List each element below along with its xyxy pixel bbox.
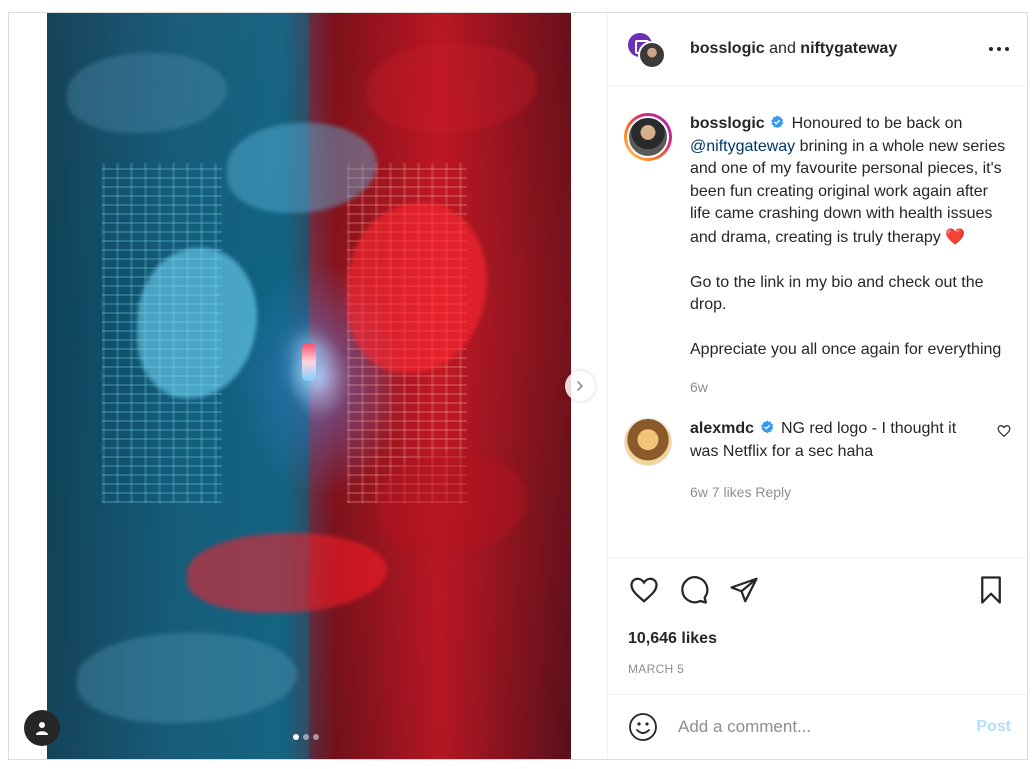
- bookmark-icon: [981, 576, 1001, 604]
- save-button[interactable]: [975, 574, 1007, 606]
- verified-icon: [771, 115, 784, 129]
- heart-icon: [630, 577, 658, 603]
- caption: bosslogic Honoured to be back on @niftyg…: [624, 113, 1011, 398]
- comment-icon: [681, 576, 709, 604]
- media-panel: [9, 13, 608, 759]
- more-options-button[interactable]: [987, 37, 1011, 61]
- comment-meta[interactable]: 6w 7 likes Reply: [690, 481, 989, 504]
- carousel-indicator: [293, 734, 319, 740]
- carousel-dot: [313, 734, 319, 740]
- likes-count[interactable]: 10,646 likes: [628, 630, 1007, 648]
- person-icon: [36, 722, 48, 735]
- image-center-glow: [302, 343, 316, 381]
- like-comment-heart-icon[interactable]: [997, 424, 1011, 438]
- caption-lead: Honoured to be back on: [791, 115, 963, 132]
- post-container: bosslogic and niftygateway bosslogic Hon…: [8, 12, 1028, 760]
- post-header: bosslogic and niftygateway: [608, 13, 1027, 86]
- caption-avatar[interactable]: [624, 113, 672, 161]
- comments-list[interactable]: bosslogic Honoured to be back on @niftyg…: [608, 87, 1027, 557]
- action-bar: 10,646 likes MARCH 5: [608, 557, 1027, 694]
- tagged-people-button[interactable]: [24, 710, 60, 746]
- next-slide-button[interactable]: [565, 371, 595, 401]
- comment-button[interactable]: [678, 574, 710, 606]
- post-date[interactable]: MARCH 5: [628, 662, 1007, 676]
- caption-paragraph: Appreciate you all once again for everyt…: [690, 341, 1002, 358]
- avatar-image: [627, 116, 669, 158]
- comment-item: alexmdc NG red logo - I thought it was N…: [624, 418, 1011, 504]
- comment-username[interactable]: alexmdc: [690, 420, 754, 437]
- caption-body: bosslogic Honoured to be back on @niftyg…: [690, 113, 1011, 398]
- post-comment-button[interactable]: Post: [976, 718, 1011, 736]
- like-button[interactable]: [628, 574, 660, 606]
- comment-avatar[interactable]: [624, 418, 672, 466]
- bosslogic-avatar: [638, 41, 666, 69]
- header-connector: and: [769, 40, 796, 57]
- collab-avatars[interactable]: [626, 27, 670, 71]
- emoji-icon[interactable]: [628, 712, 658, 742]
- carousel-dot: [293, 734, 299, 740]
- share-button[interactable]: [728, 574, 760, 606]
- caption-username[interactable]: bosslogic: [690, 115, 765, 132]
- heart-emoji: ❤️: [945, 226, 966, 246]
- collaborator-link[interactable]: niftygateway: [800, 40, 897, 57]
- share-icon: [730, 577, 758, 603]
- caption-time[interactable]: 6w: [690, 376, 1011, 399]
- comment-input[interactable]: [678, 717, 977, 737]
- action-icons: [628, 574, 1007, 606]
- comment-body: alexmdc NG red logo - I thought it was N…: [690, 418, 989, 504]
- post-image[interactable]: [47, 13, 571, 759]
- header-title: bosslogic and niftygateway: [690, 40, 987, 58]
- post-details-panel: bosslogic and niftygateway bosslogic Hon…: [608, 13, 1027, 759]
- more-icon: [989, 47, 1009, 51]
- caption-mention[interactable]: @niftygateway: [690, 138, 795, 155]
- author-link[interactable]: bosslogic: [690, 40, 765, 57]
- chevron-right-icon: [577, 381, 584, 391]
- verified-icon: [760, 420, 773, 434]
- carousel-dot: [303, 734, 309, 740]
- caption-paragraph: Go to the link in my bio and check out t…: [690, 273, 984, 314]
- add-comment-bar: Post: [608, 694, 1027, 759]
